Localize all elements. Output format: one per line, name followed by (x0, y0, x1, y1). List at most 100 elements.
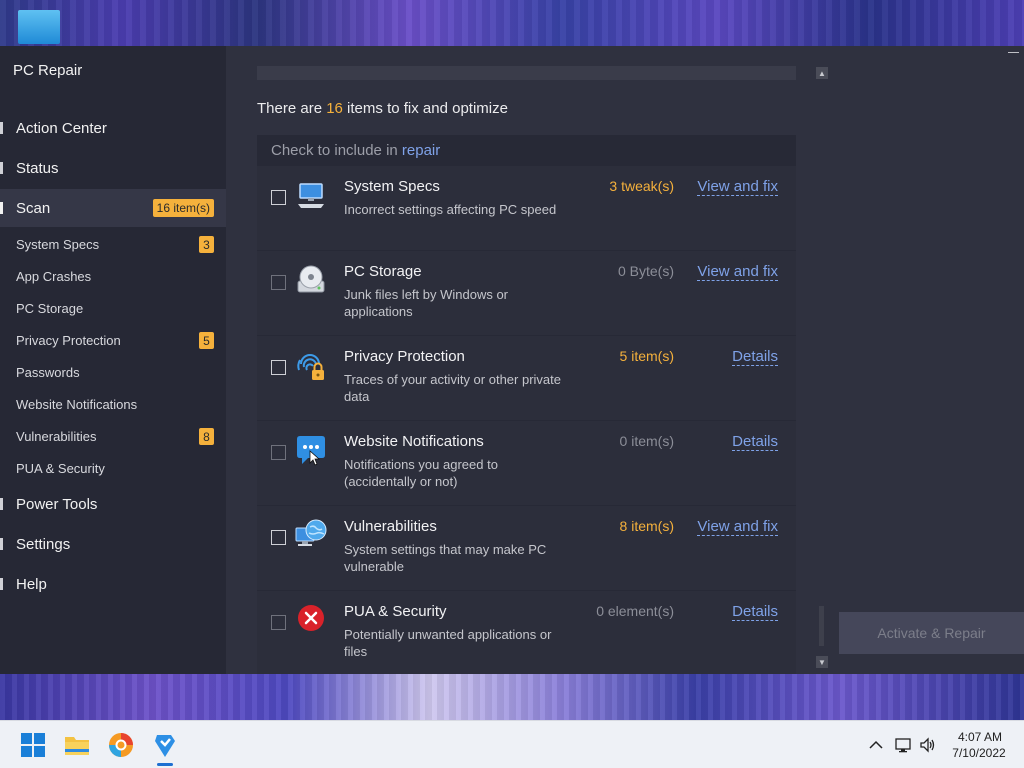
disk-icon (294, 263, 328, 297)
computer-icon (294, 178, 328, 212)
view-and-fix-link[interactable]: View and fix (697, 263, 778, 281)
nav-label: Help (16, 575, 47, 593)
row-title: PUA & Security (344, 603, 447, 620)
sidebar: PC Repair Action Center Status Scan 16 i… (0, 46, 226, 674)
include-checkbox[interactable] (271, 275, 286, 290)
network-icon[interactable] (893, 735, 913, 755)
sidebar-item-pua-security[interactable]: PUA & Security (0, 453, 226, 483)
row-title: Vulnerabilities (344, 518, 437, 535)
minimize-button[interactable] (1008, 52, 1019, 53)
count-badge: 3 (199, 236, 214, 253)
windows-start-icon[interactable] (19, 731, 47, 759)
scroll-down-button[interactable]: ▼ (816, 656, 828, 668)
nav-label: Power Tools (16, 495, 98, 513)
repair-row-privacy-protection: Privacy Protection Traces of your activi… (257, 336, 796, 420)
nav-label: Action Center (16, 119, 107, 137)
row-count: 3 tweak(s) (609, 178, 674, 194)
sidebar-item-label: App Crashes (16, 268, 92, 284)
repair-row-website-notifications: Website Notifications Notifications you … (257, 421, 796, 505)
row-title: Privacy Protection (344, 348, 465, 365)
sidebar-item-vulnerabilities[interactable]: Vulnerabilities 8 (0, 421, 226, 451)
repair-panel: Check to include in repair System Specs … (257, 135, 796, 674)
nav-scan[interactable]: Scan 16 item(s) (0, 189, 226, 227)
sidebar-item-label: Passwords (16, 364, 80, 380)
row-count: 0 element(s) (596, 603, 674, 619)
sidebar-item-app-crashes[interactable]: App Crashes (0, 261, 226, 291)
scrollbar-thumb[interactable] (819, 606, 824, 646)
details-link[interactable]: Details (732, 603, 778, 621)
volume-icon[interactable] (918, 735, 938, 755)
pc-repair-window: PC Repair Action Center Status Scan 16 i… (0, 46, 1024, 674)
chevron-up-icon[interactable] (866, 735, 886, 755)
row-description: Potentially unwanted applications or fil… (344, 627, 552, 659)
sidebar-item-label: PUA & Security (16, 460, 105, 476)
repair-row-pua-security: PUA & Security Potentially unwanted appl… (257, 591, 796, 674)
scroll-up-button[interactable]: ▲ (816, 67, 828, 79)
row-description: Junk files left by Windows or applicatio… (344, 287, 509, 319)
repair-link[interactable]: repair (402, 142, 440, 159)
row-count: 8 item(s) (619, 518, 674, 534)
count-badge: 5 (199, 332, 214, 349)
row-description: Traces of your activity or other private… (344, 372, 561, 404)
taskbar: 4:07 AM 7/10/2022 (0, 720, 1024, 768)
desktop-shortcut-icon[interactable] (18, 10, 60, 44)
sidebar-item-privacy-protection[interactable]: Privacy Protection 5 (0, 325, 226, 355)
row-title: System Specs (344, 178, 440, 195)
nav-help[interactable]: Help (0, 565, 226, 603)
repair-row-vulnerabilities: Vulnerabilities System settings that may… (257, 506, 796, 590)
browser-icon[interactable] (107, 731, 135, 759)
summary-count: 16 (326, 100, 343, 117)
sidebar-item-label: PC Storage (16, 300, 84, 316)
sidebar-item-website-notifications[interactable]: Website Notifications (0, 389, 226, 419)
sidebar-item-passwords[interactable]: Passwords (0, 357, 226, 387)
details-link[interactable]: Details (732, 433, 778, 451)
include-checkbox[interactable] (271, 530, 286, 545)
row-title: Website Notifications (344, 433, 484, 450)
include-checkbox[interactable] (271, 190, 286, 205)
nav-status[interactable]: Status (0, 149, 226, 187)
clock-date[interactable]: 7/10/2022 (947, 746, 1011, 760)
sidebar-item-label: Privacy Protection (16, 332, 121, 348)
sidebar-item-system-specs[interactable]: System Specs 3 (0, 229, 226, 259)
panel-header-text: Check to include in (271, 142, 402, 159)
nav-power-tools[interactable]: Power Tools (0, 485, 226, 523)
desktop-wallpaper (0, 0, 1024, 46)
row-count: 5 item(s) (619, 348, 674, 364)
view-and-fix-link[interactable]: View and fix (697, 178, 778, 196)
panel-header: Check to include in repair (271, 142, 440, 159)
row-description: Notifications you agreed to (accidentall… (344, 457, 498, 489)
summary-prefix: There are (257, 100, 327, 117)
app-title: PC Repair (13, 62, 83, 79)
fingerprint-lock-icon (294, 348, 328, 382)
include-checkbox[interactable] (271, 445, 286, 460)
sidebar-item-label: Website Notifications (16, 396, 138, 412)
row-count: 0 Byte(s) (617, 263, 674, 279)
sidebar-item-pc-storage[interactable]: PC Storage (0, 293, 226, 323)
active-app-indicator (157, 763, 173, 766)
red-x-icon (294, 603, 328, 637)
view-and-fix-link[interactable]: View and fix (697, 518, 778, 536)
row-title: PC Storage (344, 263, 422, 280)
repair-row-system-specs: System Specs Incorrect settings affectin… (257, 166, 796, 250)
file-explorer-icon[interactable] (63, 731, 91, 759)
include-checkbox[interactable] (271, 360, 286, 375)
clock-time[interactable]: 4:07 AM (950, 730, 1010, 744)
summary-suffix: items to fix and optimize (342, 100, 508, 117)
row-description: System settings that may make PC vulnera… (344, 542, 547, 574)
scan-count-badge: 16 item(s) (152, 199, 214, 217)
globe-computer-icon (294, 518, 328, 552)
sidebar-item-label: System Specs (16, 236, 100, 252)
include-checkbox[interactable] (271, 615, 286, 630)
nav-settings[interactable]: Settings (0, 525, 226, 563)
desktop-wallpaper-bottom (0, 674, 1024, 720)
details-link[interactable]: Details (732, 348, 778, 366)
activate-repair-button[interactable]: Activate & Repair (839, 612, 1024, 654)
pc-repair-app-icon[interactable] (151, 731, 179, 759)
row-count: 0 item(s) (619, 433, 674, 449)
sidebar-item-label: Vulnerabilities (16, 428, 97, 444)
repair-row-pc-storage: PC Storage Junk files left by Windows or… (257, 251, 796, 335)
nav-label: Status (16, 159, 59, 177)
nav-action-center[interactable]: Action Center (0, 109, 226, 147)
count-badge: 8 (199, 428, 214, 445)
scan-progress-strip (257, 66, 796, 80)
